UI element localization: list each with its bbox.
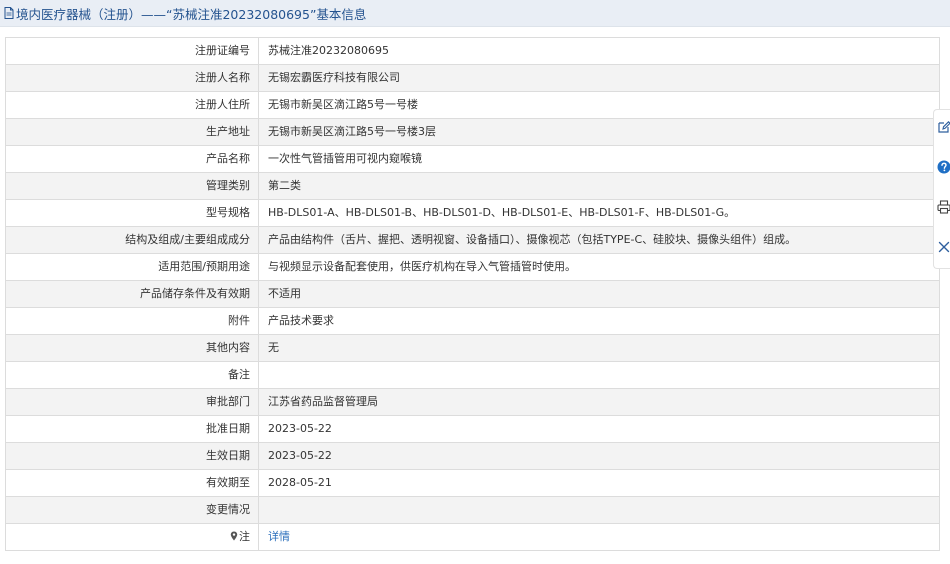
side-toolbar bbox=[933, 109, 950, 269]
row-value bbox=[258, 361, 940, 389]
row-label: 有效期至 bbox=[5, 469, 259, 497]
row-label: 注册人名称 bbox=[5, 64, 259, 92]
table-row: 适用范围/预期用途 与视频显示设备配套使用，供医疗机构在导入气管插管时使用。 bbox=[5, 253, 940, 281]
row-label: 变更情况 bbox=[5, 496, 259, 524]
table-row: 审批部门 江苏省药品监督管理局 bbox=[5, 388, 940, 416]
row-label: 适用范围/预期用途 bbox=[5, 253, 259, 281]
table-row: 产品储存条件及有效期 不适用 bbox=[5, 280, 940, 308]
row-label: 管理类别 bbox=[5, 172, 259, 200]
table-row: 注册人住所 无锡市新吴区滴江路5号一号楼 bbox=[5, 91, 940, 119]
table-row: 生效日期 2023-05-22 bbox=[5, 442, 940, 470]
row-value: 产品技术要求 bbox=[258, 307, 940, 335]
table-row: 批准日期 2023-05-22 bbox=[5, 415, 940, 443]
row-label: 注册证编号 bbox=[5, 37, 259, 65]
row-label: 结构及组成/主要组成成分 bbox=[5, 226, 259, 254]
row-value: 一次性气管插管用可视内窥喉镜 bbox=[258, 145, 940, 173]
note-value-cell: 详情 bbox=[258, 523, 940, 551]
row-value bbox=[258, 496, 940, 524]
row-value: 与视频显示设备配套使用，供医疗机构在导入气管插管时使用。 bbox=[258, 253, 940, 281]
row-label: 生产地址 bbox=[5, 118, 259, 146]
row-label: 注册人住所 bbox=[5, 91, 259, 119]
row-value: 第二类 bbox=[258, 172, 940, 200]
close-icon[interactable] bbox=[937, 240, 950, 254]
table-row: 注册人名称 无锡宏霸医疗科技有限公司 bbox=[5, 64, 940, 92]
note-row: 注 详情 bbox=[5, 523, 940, 551]
map-pin-icon bbox=[230, 531, 238, 541]
row-label: 批准日期 bbox=[5, 415, 259, 443]
row-value: 无锡市新吴区滴江路5号一号楼3层 bbox=[258, 118, 940, 146]
table-row: 生产地址 无锡市新吴区滴江路5号一号楼3层 bbox=[5, 118, 940, 146]
row-label: 其他内容 bbox=[5, 334, 259, 362]
help-icon[interactable] bbox=[937, 160, 950, 174]
row-value: 苏械注准20232080695 bbox=[258, 37, 940, 65]
table-row: 有效期至 2028-05-21 bbox=[5, 469, 940, 497]
table-row: 管理类别 第二类 bbox=[5, 172, 940, 200]
page-title: 境内医疗器械（注册）——“苏械注准20232080695”基本信息 bbox=[0, 0, 950, 27]
row-label: 产品储存条件及有效期 bbox=[5, 280, 259, 308]
detail-table-container: 注册证编号 苏械注准20232080695 注册人名称 无锡宏霸医疗科技有限公司… bbox=[5, 37, 940, 551]
table-row: 附件 产品技术要求 bbox=[5, 307, 940, 335]
document-icon bbox=[4, 7, 14, 19]
row-value: 江苏省药品监督管理局 bbox=[258, 388, 940, 416]
row-value: 2023-05-22 bbox=[258, 442, 940, 470]
edit-icon[interactable] bbox=[937, 120, 950, 134]
row-value: 无锡市新吴区滴江路5号一号楼 bbox=[258, 91, 940, 119]
note-label-cell: 注 bbox=[5, 523, 259, 551]
table-row: 其他内容 无 bbox=[5, 334, 940, 362]
table-row: 变更情况 bbox=[5, 496, 940, 524]
row-value: 2028-05-21 bbox=[258, 469, 940, 497]
row-label: 生效日期 bbox=[5, 442, 259, 470]
row-value: 不适用 bbox=[258, 280, 940, 308]
row-label: 型号规格 bbox=[5, 199, 259, 227]
row-label: 产品名称 bbox=[5, 145, 259, 173]
table-row: 结构及组成/主要组成成分 产品由结构件（舌片、握把、透明视窗、设备插口）、摄像视… bbox=[5, 226, 940, 254]
row-value: 2023-05-22 bbox=[258, 415, 940, 443]
table-row: 备注 bbox=[5, 361, 940, 389]
note-label: 注 bbox=[239, 530, 250, 543]
row-label: 附件 bbox=[5, 307, 259, 335]
page-title-text: 境内医疗器械（注册）——“苏械注准20232080695”基本信息 bbox=[16, 6, 367, 22]
table-row: 型号规格 HB-DLS01-A、HB-DLS01-B、HB-DLS01-D、HB… bbox=[5, 199, 940, 227]
row-value: 产品由结构件（舌片、握把、透明视窗、设备插口）、摄像视芯（包括TYPE-C、硅胶… bbox=[258, 226, 940, 254]
table-row: 注册证编号 苏械注准20232080695 bbox=[5, 37, 940, 65]
row-value: 无锡宏霸医疗科技有限公司 bbox=[258, 64, 940, 92]
row-value: HB-DLS01-A、HB-DLS01-B、HB-DLS01-D、HB-DLS0… bbox=[258, 199, 940, 227]
table-row: 产品名称 一次性气管插管用可视内窥喉镜 bbox=[5, 145, 940, 173]
row-value: 无 bbox=[258, 334, 940, 362]
details-link[interactable]: 详情 bbox=[268, 530, 290, 543]
print-icon[interactable] bbox=[937, 200, 950, 214]
row-label: 审批部门 bbox=[5, 388, 259, 416]
row-label: 备注 bbox=[5, 361, 259, 389]
detail-table: 注册证编号 苏械注准20232080695 注册人名称 无锡宏霸医疗科技有限公司… bbox=[5, 37, 940, 551]
